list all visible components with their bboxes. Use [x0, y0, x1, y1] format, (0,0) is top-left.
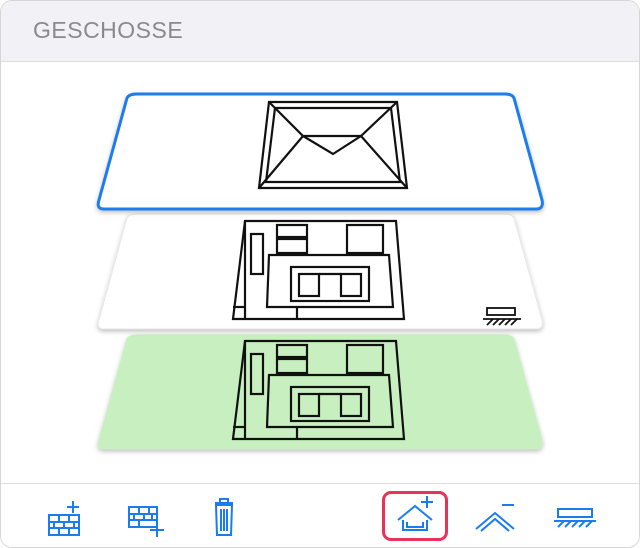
trash-icon — [214, 498, 234, 536]
delete-floor-button[interactable] — [191, 492, 257, 542]
foundation-icon — [554, 508, 596, 528]
add-floor-below-button[interactable] — [111, 492, 177, 542]
floor-stack-canvas — [96, 92, 544, 450]
floors-panel: GESCHOSSE — [0, 0, 640, 548]
roof-minus-icon — [475, 504, 515, 532]
floor-card-roof[interactable] — [96, 92, 544, 211]
panel-title: GESCHOSSE — [33, 17, 184, 43]
wall-plus-below-icon — [128, 506, 164, 537]
floor-toolbar — [1, 483, 639, 547]
panel-header: GESCHOSSE — [1, 1, 639, 62]
floor-stack — [1, 62, 639, 482]
add-roof-button[interactable] — [382, 491, 448, 541]
foundation-button[interactable] — [542, 492, 608, 542]
wall-plus-icon — [48, 501, 80, 536]
remove-roof-button[interactable] — [462, 492, 528, 542]
floor-card-upper[interactable] — [97, 213, 543, 330]
roof-plus-icon — [397, 496, 433, 531]
floor-card-ground[interactable] — [97, 334, 543, 450]
add-floor-above-button[interactable] — [31, 492, 97, 542]
